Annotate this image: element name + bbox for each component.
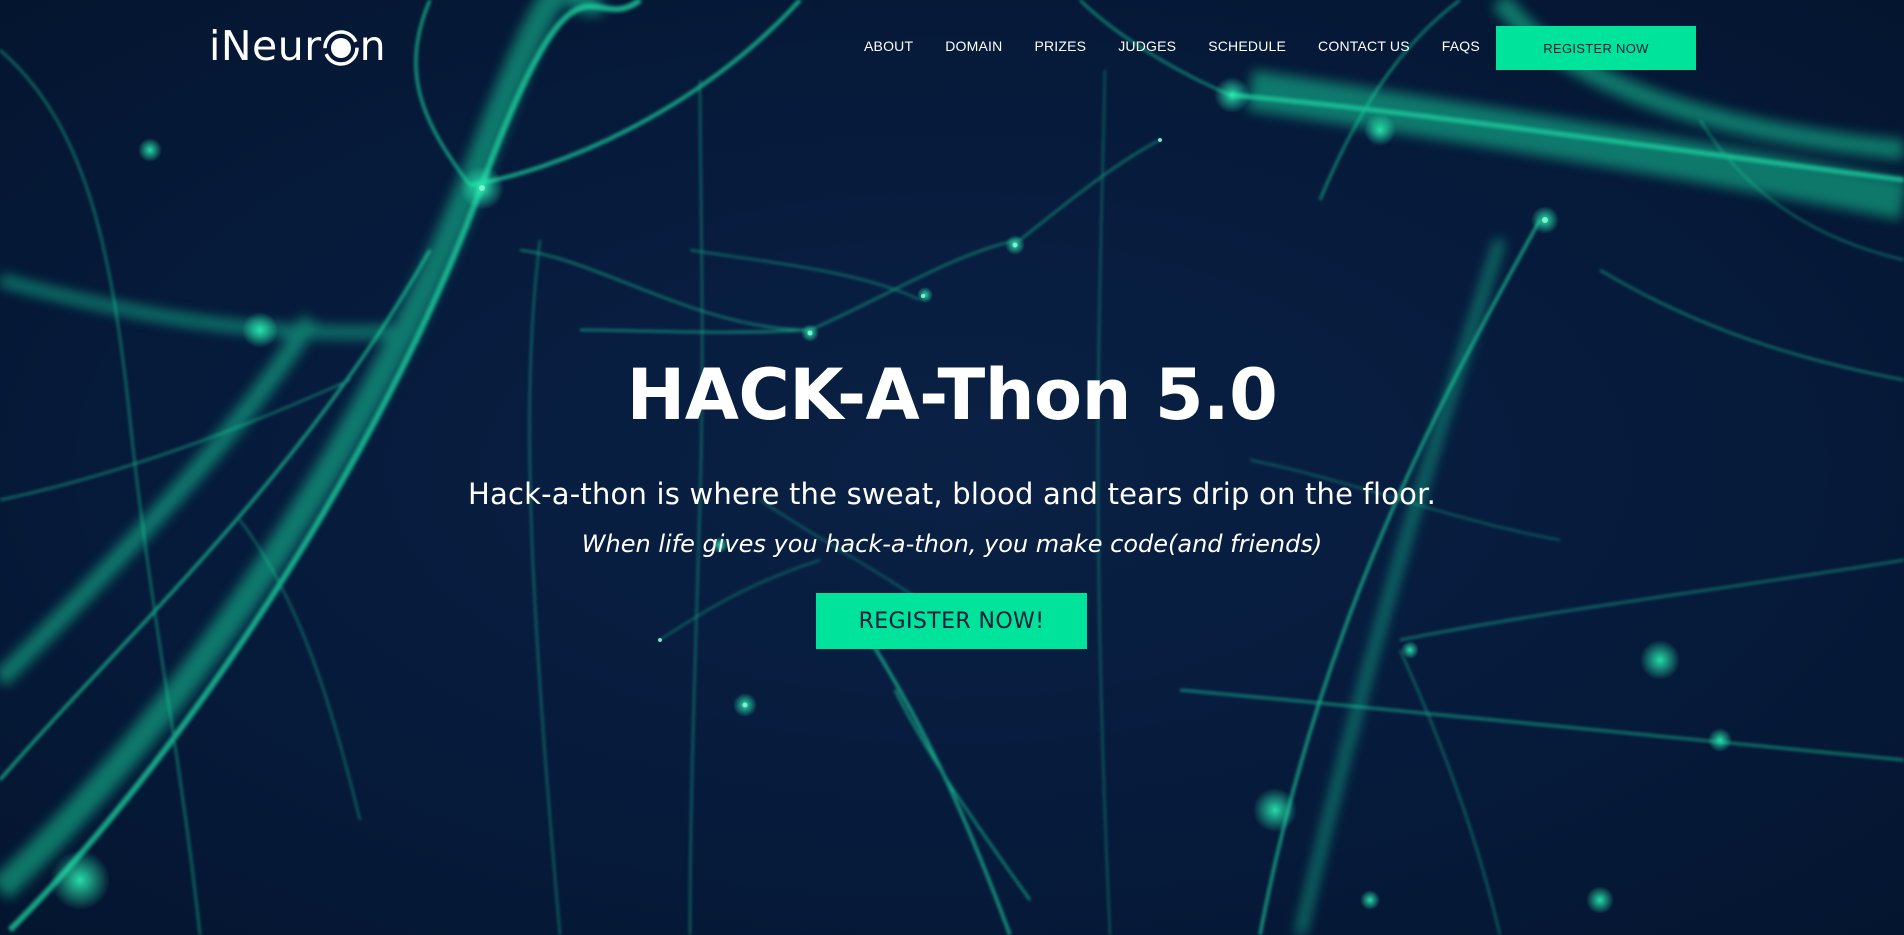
page: iNeur n ABOUT DOMAIN PRIZES JUDGES SCHED… — [0, 0, 1904, 935]
hero-tagline: When life gives you hack-a-thon, you mak… — [581, 530, 1323, 558]
nav-about[interactable]: ABOUT — [864, 38, 913, 54]
nav-register-button[interactable]: REGISTER NOW — [1496, 26, 1696, 70]
hero-title: HACK-A-Thon 5.0 — [626, 354, 1278, 436]
neural-network-background — [0, 0, 1904, 935]
nav-contact-us[interactable]: CONTACT US — [1318, 38, 1410, 54]
nav-judges[interactable]: JUDGES — [1118, 38, 1176, 54]
ineuron-logo[interactable]: iNeur n — [209, 18, 386, 74]
hero-register-button[interactable]: REGISTER NOW! — [816, 593, 1087, 649]
nav-prizes[interactable]: PRIZES — [1034, 38, 1086, 54]
navbar: iNeur n ABOUT DOMAIN PRIZES JUDGES SCHED… — [0, 0, 1904, 96]
logo-text: iNeur — [209, 21, 322, 70]
ring-o-icon — [322, 28, 359, 66]
logo-text-end: n — [359, 21, 387, 70]
nav-faqs[interactable]: FAQS — [1442, 38, 1480, 54]
main-nav: ABOUT DOMAIN PRIZES JUDGES SCHEDULE CONT… — [864, 38, 1480, 54]
nav-domain[interactable]: DOMAIN — [945, 38, 1002, 54]
nav-schedule[interactable]: SCHEDULE — [1208, 38, 1286, 54]
hero-subtitle: Hack-a-thon is where the sweat, blood an… — [467, 477, 1437, 511]
